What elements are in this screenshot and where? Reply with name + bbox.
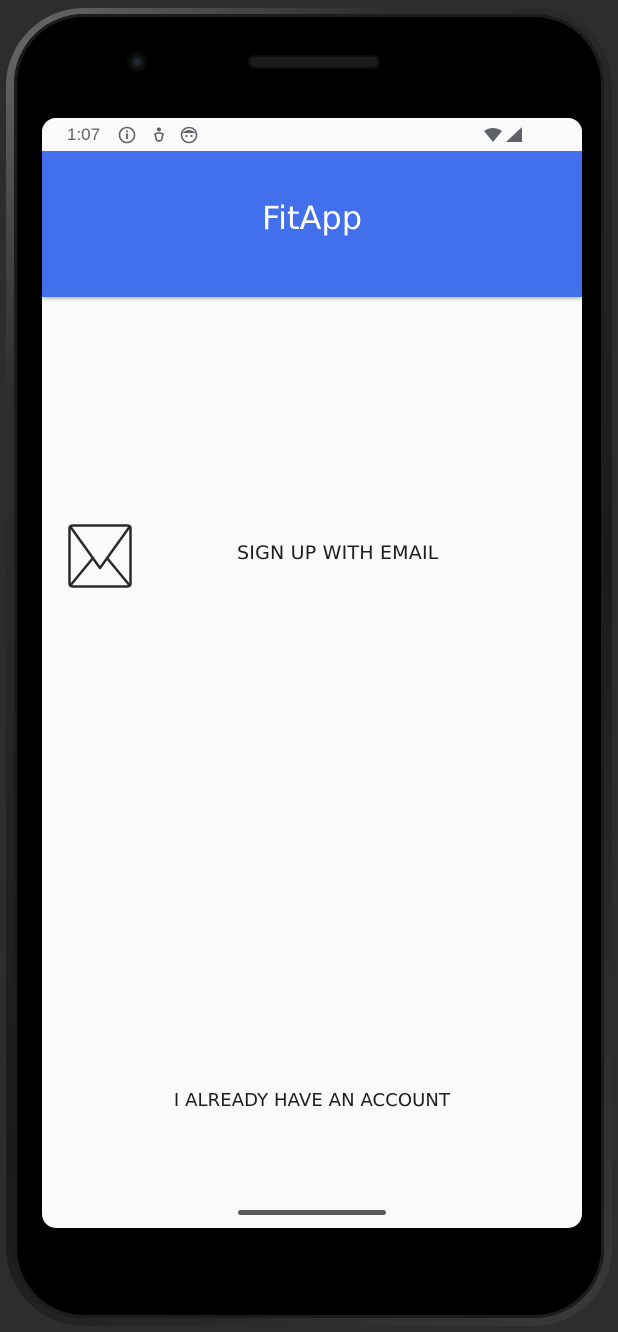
device-frame-background: 1:07 FitApp SIGN UP WITH EMAIL I ALREADY… (0, 0, 618, 1332)
sign-up-with-email-button[interactable]: SIGN UP WITH EMAIL (42, 522, 582, 590)
wifi-icon (483, 126, 503, 144)
sign-up-with-email-label: SIGN UP WITH EMAIL (237, 542, 439, 564)
home-indicator[interactable] (238, 1210, 386, 1215)
already-have-account-button[interactable]: I ALREADY HAVE AN ACCOUNT (42, 1090, 582, 1111)
status-time: 1:07 (67, 125, 101, 144)
earpiece-speaker (248, 55, 380, 69)
cellular-signal-icon (505, 126, 523, 144)
status-bar: 1:07 (42, 118, 582, 151)
app-bar: FitApp (42, 151, 582, 297)
face-icon (180, 126, 198, 144)
accessibility-icon (150, 126, 168, 144)
mail-icon (68, 524, 132, 588)
app-title: FitApp (261, 199, 363, 237)
front-camera (127, 52, 147, 72)
phone-screen: 1:07 FitApp SIGN UP WITH EMAIL I ALREADY… (42, 118, 582, 1228)
info-icon (118, 126, 136, 144)
